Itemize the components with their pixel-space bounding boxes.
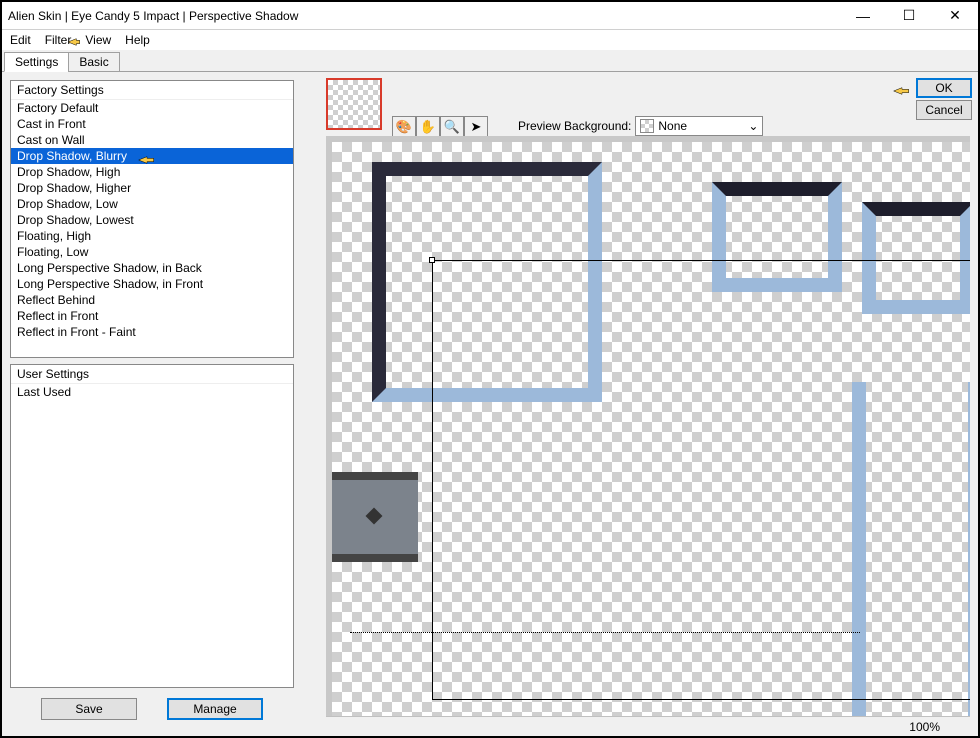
preview-background-control: Preview Background: None ⌄ (518, 116, 763, 136)
preview-thumbnail[interactable] (326, 78, 382, 130)
titlebar: Alien Skin | Eye Candy 5 Impact | Perspe… (2, 2, 978, 30)
content-area: Factory Settings Factory DefaultCast in … (2, 72, 978, 736)
tab-bar: Settings Basic (2, 50, 978, 72)
preview-background-label: Preview Background: (518, 119, 631, 133)
arrow-tool[interactable]: ➤ (464, 116, 488, 138)
factory-settings-item[interactable]: Reflect Behind (11, 292, 293, 308)
factory-settings-item[interactable]: Drop Shadow, Blurry (11, 148, 293, 164)
factory-settings-header: Factory Settings (11, 81, 293, 100)
menu-help[interactable]: Help (125, 33, 150, 47)
guide-line (350, 632, 860, 633)
tab-settings[interactable]: Settings (4, 52, 69, 72)
button-row: Save Manage (10, 694, 294, 728)
dialog-buttons: OK Cancel (916, 78, 972, 120)
user-settings-header: User Settings (11, 365, 293, 384)
factory-settings-item[interactable]: Cast in Front (11, 116, 293, 132)
zoom-tool[interactable]: 🔍 (440, 116, 464, 138)
factory-settings-item[interactable]: Floating, High (11, 228, 293, 244)
factory-settings-list[interactable]: Factory Settings Factory DefaultCast in … (10, 80, 294, 358)
hand-tool[interactable]: ✋ (416, 116, 440, 138)
tool-buttons: 🎨 ✋ 🔍 ➤ (392, 116, 488, 138)
user-settings-list[interactable]: User Settings Last Used (10, 364, 294, 688)
color-picker-tool[interactable]: 🎨 (392, 116, 416, 138)
selection-handle[interactable] (429, 257, 435, 263)
chevron-down-icon: ⌄ (748, 119, 758, 133)
factory-settings-item[interactable]: Reflect in Front - Faint (11, 324, 293, 340)
minimize-button[interactable]: — (840, 2, 886, 30)
window-title: Alien Skin | Eye Candy 5 Impact | Perspe… (8, 9, 840, 23)
factory-settings-item[interactable]: Drop Shadow, Higher (11, 180, 293, 196)
preview-canvas[interactable] (332, 142, 970, 716)
window-controls: — ☐ ✕ (840, 2, 978, 30)
factory-settings-item[interactable]: Cast on Wall (11, 132, 293, 148)
left-pane: Factory Settings Factory DefaultCast in … (2, 72, 302, 736)
factory-settings-item[interactable]: Factory Default (11, 100, 293, 116)
maximize-button[interactable]: ☐ (886, 2, 932, 30)
preview-background-dropdown[interactable]: None ⌄ (635, 116, 763, 136)
save-button[interactable]: Save (41, 698, 137, 720)
menu-filter[interactable]: Filter (45, 33, 72, 47)
factory-settings-item[interactable]: Long Perspective Shadow, in Back (11, 260, 293, 276)
tab-basic[interactable]: Basic (68, 52, 119, 72)
preview-background-value: None (658, 119, 687, 133)
app-window: Alien Skin | Eye Candy 5 Impact | Perspe… (0, 0, 980, 738)
transparency-swatch-icon (640, 119, 654, 133)
preview-canvas-wrap (326, 136, 970, 716)
close-button[interactable]: ✕ (932, 2, 978, 30)
zoom-level: 100% (909, 720, 940, 734)
preview-toolbar: 🎨 ✋ 🔍 ➤ Preview Background: None ⌄ (302, 72, 978, 130)
pointer-hand-icon (891, 81, 913, 101)
user-settings-item[interactable]: Last Used (11, 384, 293, 400)
right-pane: 🎨 ✋ 🔍 ➤ Preview Background: None ⌄ (302, 72, 978, 736)
status-bar: 100% (326, 716, 970, 736)
selection-box[interactable] (432, 260, 970, 700)
factory-settings-item[interactable]: Floating, Low (11, 244, 293, 260)
cancel-button[interactable]: Cancel (916, 100, 972, 120)
menu-view[interactable]: View (85, 33, 111, 47)
factory-settings-item[interactable]: Drop Shadow, Low (11, 196, 293, 212)
factory-settings-item[interactable]: Drop Shadow, Lowest (11, 212, 293, 228)
menu-edit[interactable]: Edit (10, 33, 31, 47)
ok-button[interactable]: OK (916, 78, 972, 98)
factory-settings-item[interactable]: Drop Shadow, High (11, 164, 293, 180)
manage-button[interactable]: Manage (167, 698, 263, 720)
menubar: Edit Filter View Help (2, 30, 978, 50)
factory-settings-item[interactable]: Reflect in Front (11, 308, 293, 324)
factory-settings-item[interactable]: Long Perspective Shadow, in Front (11, 276, 293, 292)
